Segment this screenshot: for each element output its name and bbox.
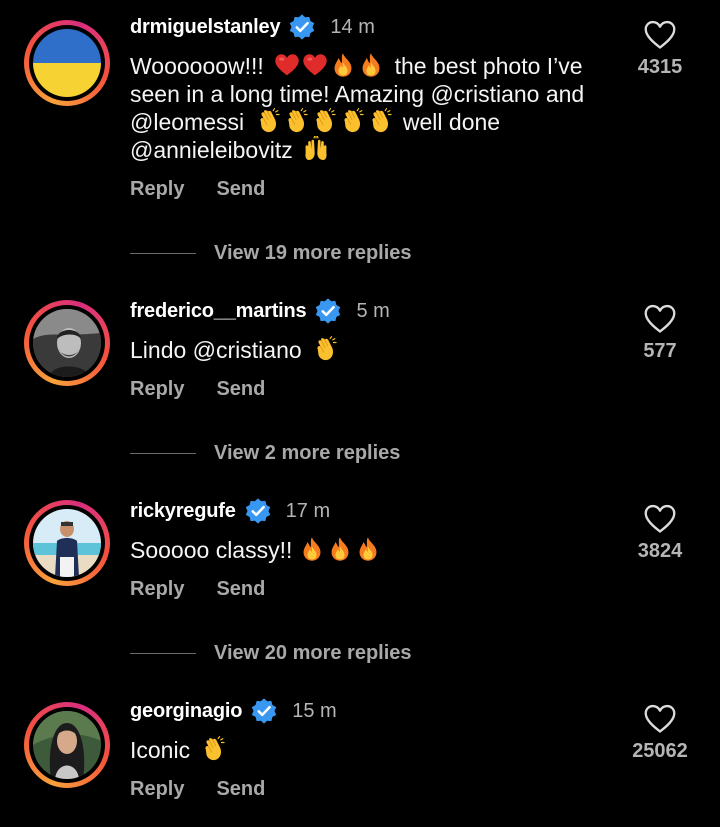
send-button[interactable]: Send [216, 178, 265, 201]
send-button[interactable]: Send [216, 578, 265, 601]
fire-icon [327, 536, 353, 562]
verified-badge-icon [250, 697, 278, 725]
clapping-hands-icon [339, 108, 365, 134]
comment-timestamp: 5 m [356, 299, 390, 322]
heart-outline-icon[interactable] [643, 304, 677, 334]
like-count: 4315 [637, 56, 683, 78]
avatar[interactable] [24, 702, 110, 788]
comment-username[interactable]: frederico__martins [130, 300, 307, 323]
comment-text: Lindo @cristiano [130, 336, 620, 364]
red-heart-icon [274, 52, 300, 78]
fire-icon [299, 536, 325, 562]
send-button[interactable]: Send [216, 378, 265, 401]
verified-badge-icon [314, 297, 342, 325]
view-more-replies-label: View 2 more replies [214, 442, 401, 464]
avatar[interactable] [24, 500, 110, 586]
reply-button[interactable]: Reply [130, 578, 184, 601]
comment-text: Sooooo classy!! [130, 536, 620, 564]
ukraine-flag-avatar-image [33, 29, 101, 97]
send-button[interactable]: Send [216, 778, 265, 801]
reply-button[interactable]: Reply [130, 178, 184, 201]
comment-username[interactable]: rickyregufe [130, 500, 236, 523]
woman-portrait-avatar-image [33, 711, 101, 779]
view-more-replies-button[interactable]: View 20 more replies [130, 642, 412, 665]
comment-text: Woooooow!!! the best photo I’ve seen in … [130, 52, 585, 163]
fire-icon [358, 52, 384, 78]
view-more-replies-button[interactable]: View 2 more replies [130, 442, 400, 465]
like-count: 577 [643, 340, 677, 362]
comment-timestamp: 17 m [285, 499, 331, 522]
fire-icon [330, 52, 356, 78]
red-heart-icon [302, 52, 328, 78]
divider-line [130, 253, 196, 254]
comment-timestamp: 15 m [292, 699, 337, 722]
heart-outline-icon[interactable] [643, 20, 677, 50]
clapping-hands-icon [311, 108, 337, 134]
raising-hands-icon [303, 136, 329, 162]
like-count: 25062 [632, 740, 688, 762]
man-beach-avatar-image [33, 509, 101, 577]
heart-outline-icon[interactable] [643, 504, 677, 534]
clapping-hands-icon [312, 336, 338, 362]
like-count: 3824 [637, 540, 683, 562]
divider-line [130, 453, 196, 454]
comment-username[interactable]: drmiguelstanley [130, 16, 281, 39]
heart-outline-icon[interactable] [643, 704, 677, 734]
verified-badge-icon [288, 13, 316, 41]
comment-text: Iconic [130, 736, 620, 764]
view-more-replies-button[interactable]: View 19 more replies [130, 242, 412, 265]
clapping-hands-icon [283, 108, 309, 134]
comment-username[interactable]: georginagio [130, 700, 242, 723]
clapping-hands-icon [367, 108, 393, 134]
reply-button[interactable]: Reply [130, 378, 184, 401]
man-portrait-avatar-image [33, 309, 101, 377]
fire-icon [355, 536, 381, 562]
reply-button[interactable]: Reply [130, 778, 184, 801]
clapping-hands-icon [255, 108, 281, 134]
divider-line [130, 653, 196, 654]
clapping-hands-icon [200, 736, 226, 762]
comment-timestamp: 14 m [330, 15, 375, 38]
view-more-replies-label: View 20 more replies [214, 642, 412, 664]
view-more-replies-label: View 19 more replies [214, 242, 412, 264]
avatar[interactable] [24, 300, 110, 386]
verified-badge-icon [244, 497, 272, 525]
avatar[interactable] [24, 20, 110, 106]
